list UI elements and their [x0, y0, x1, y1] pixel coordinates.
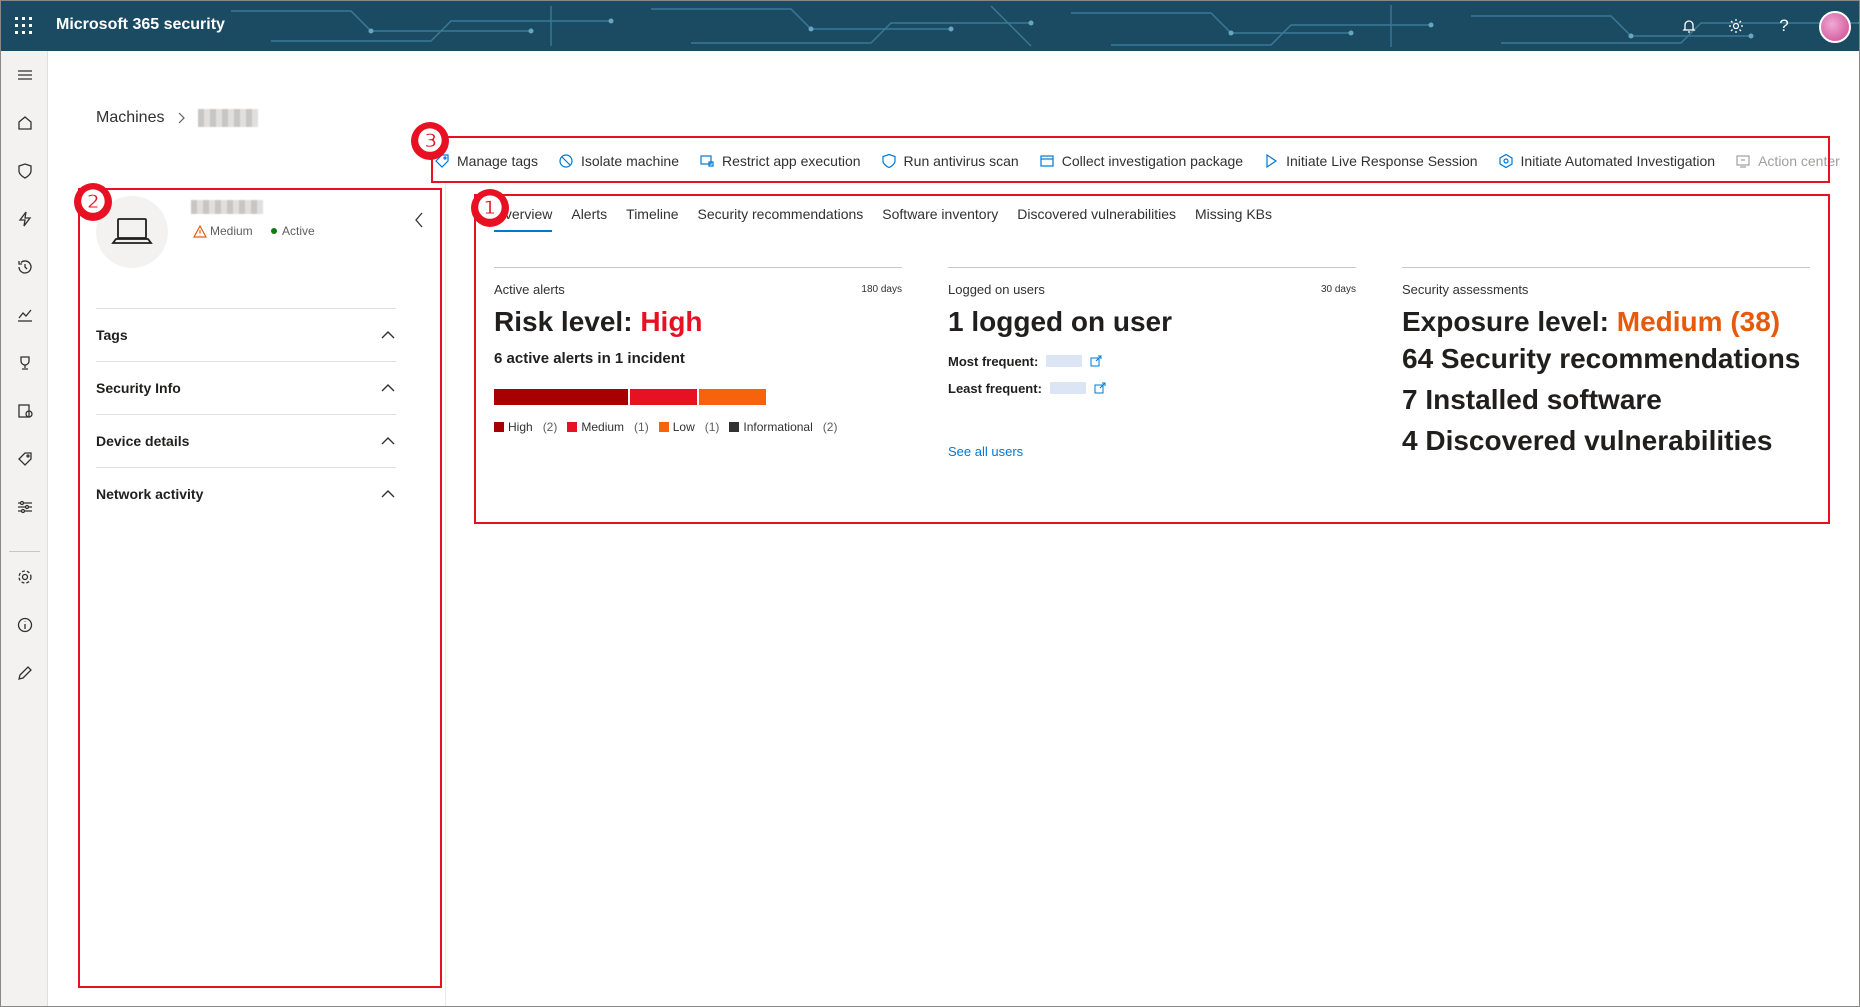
user-avatar[interactable] — [1819, 11, 1851, 43]
panel-divider — [445, 181, 446, 1006]
rail-divider — [9, 551, 40, 552]
edit-pencil-icon[interactable] — [1, 655, 48, 691]
annotation-box-overview — [474, 194, 1830, 524]
top-bar: Microsoft 365 security ? — [1, 1, 1859, 51]
help-icon[interactable]: ? — [1771, 13, 1797, 39]
annotation-number-1: ❶ — [471, 189, 509, 227]
app-launcher-icon[interactable] — [13, 15, 35, 37]
notification-bell-icon[interactable] — [1676, 13, 1702, 39]
app-window: Microsoft 365 security ? Machines Manage… — [0, 0, 1860, 1007]
info-icon[interactable] — [1, 607, 48, 643]
annotation-box-side-panel — [78, 188, 442, 988]
settings-gear-icon[interactable] — [1, 559, 48, 595]
breadcrumb-machine-name-redacted — [198, 109, 259, 127]
trophy-icon[interactable] — [1, 345, 48, 381]
annotation-number-3: ❸ — [411, 122, 449, 160]
shield-icon[interactable] — [1, 153, 48, 189]
app-title: Microsoft 365 security — [56, 16, 225, 33]
settings-gear-icon[interactable] — [1723, 13, 1749, 39]
circuit-background — [231, 5, 1859, 47]
breadcrumb: Machines — [96, 109, 259, 127]
tag-icon[interactable] — [1, 441, 48, 477]
home-icon[interactable] — [1, 105, 48, 141]
left-nav-rail — [1, 51, 48, 1006]
annotation-box-actions — [431, 136, 1830, 183]
secure-score-icon[interactable] — [1, 393, 48, 429]
filter-sliders-icon[interactable] — [1, 489, 48, 525]
chevron-right-icon — [179, 112, 186, 124]
menu-hamburger-icon[interactable] — [1, 57, 48, 93]
annotation-number-2: ❷ — [74, 183, 112, 221]
chart-icon[interactable] — [1, 297, 48, 333]
lightning-icon[interactable] — [1, 201, 48, 237]
history-icon[interactable] — [1, 249, 48, 285]
breadcrumb-machines-link[interactable]: Machines — [96, 109, 164, 127]
